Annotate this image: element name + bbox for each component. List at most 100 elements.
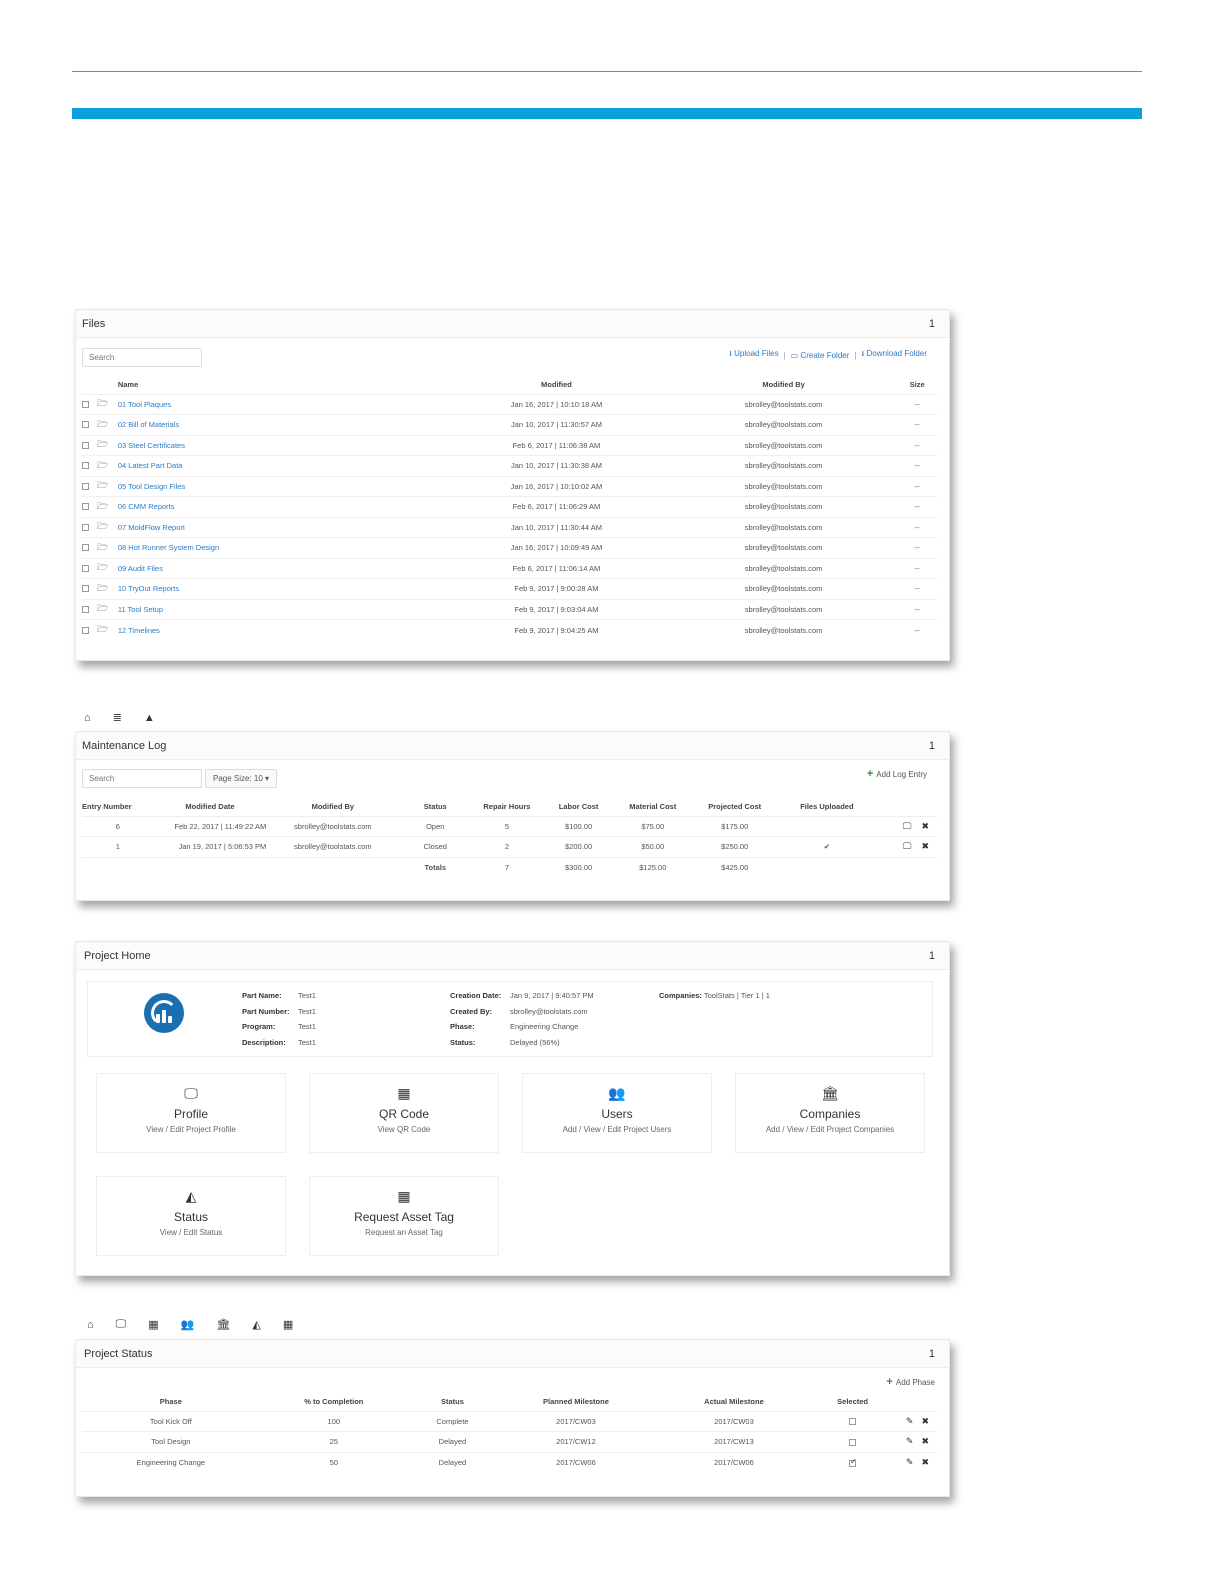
file-modified: Feb 9, 2017 | 9:03:04 AM <box>443 598 670 620</box>
row-checkbox[interactable] <box>82 462 89 470</box>
file-row[interactable]: 🗁 04 Latest Part Data Jan 10, 2017 | 11:30… <box>82 455 937 476</box>
files-title: Files <box>82 317 106 330</box>
file-row[interactable]: 🗁 01 Tool Plaques Jan 16, 2017 | 10:10:18 … <box>82 393 937 415</box>
delete-icon[interactable]: ✖ <box>921 821 929 831</box>
info-field: Part Number: Test1 <box>242 1004 316 1020</box>
phase-row[interactable]: Tool Kick Off 100 Complete 2017/CW03 2017/CW… <box>82 1410 937 1432</box>
file-modified-by: sbrolley@toolstats.com <box>669 516 898 538</box>
file-row[interactable]: 🗁 03 Steel Certificates Feb 6, 2017 | 11:0… <box>82 434 937 456</box>
phase-row[interactable]: Tool Design 25 Delayed 2017/CW12 2017/CW13 ✎ ✖ <box>82 1431 937 1452</box>
folder-link[interactable]: 03 Steel Certificates <box>118 441 185 450</box>
folder-link[interactable]: 02 Bill of Materials <box>118 420 179 429</box>
header-rule <box>72 71 1142 72</box>
maintenance-search-input[interactable] <box>82 769 202 788</box>
files-actions: ⭳ Upload Files | ▭ Create Folder | ⭳ Dow… <box>729 348 927 362</box>
row-checkbox[interactable] <box>82 544 89 552</box>
status-col-header: % to Completion <box>304 1397 364 1407</box>
folder-link[interactable]: 05 Tool Design Files <box>118 482 185 491</box>
grid-icon[interactable]: ▦ <box>283 1318 293 1331</box>
file-name-cell: 09 Audit Files <box>117 557 444 579</box>
folder-link[interactable]: 12 Timelines <box>118 626 160 635</box>
file-row[interactable]: 🗁 11 Tool Setup Feb 9, 2017 | 9:03:04 AM sb… <box>82 598 937 620</box>
folder-link[interactable]: 01 Tool Plaques <box>118 400 171 409</box>
col-modified-by: Modified By <box>762 380 805 390</box>
file-row[interactable]: 🗁 09 Audit Files Feb 6, 2017 | 11:06:14 AM… <box>82 557 937 579</box>
file-row[interactable]: 🗁 12 Timelines Feb 9, 2017 | 9:04:25 AM sbr… <box>82 619 937 640</box>
file-row[interactable]: 🗁 07 MoldFlow Report Jan 10, 2017 | 11:30:… <box>82 516 937 538</box>
log-row[interactable]: 6 Feb 22, 2017 | 11:49:22 AM sbrolley@tool… <box>82 815 937 837</box>
folder-link[interactable]: 06 CMM Reports <box>118 502 175 511</box>
row-checkbox[interactable] <box>82 482 89 490</box>
tile-description: Add / View / Edit Project Users <box>562 1125 672 1134</box>
project-status-panel: Project Status 1 + Add Phase Phase % to C… <box>75 1339 950 1497</box>
qr-code-icon[interactable]: ▦ <box>148 1318 158 1331</box>
create-folder-link[interactable]: ▭ Create Folder <box>791 351 850 360</box>
info-field-value: Engineering Change <box>510 1022 579 1031</box>
folder-link[interactable]: 09 Audit Files <box>118 564 163 573</box>
companies-value: ToolStats | Tier 1 | 1 <box>703 991 770 1000</box>
tile-grid[interactable]: ▦ Request Asset Tag Request an Asset Tag <box>309 1176 499 1256</box>
row-checkbox[interactable] <box>82 523 89 531</box>
file-row[interactable]: 🗁 08 Hot Runner System Design Jan 16, 2017… <box>82 537 937 558</box>
folder-open-icon: 🗁 <box>97 521 109 532</box>
selected-checkbox[interactable] <box>849 1438 857 1446</box>
delete-icon[interactable]: ✖ <box>921 1457 929 1467</box>
folder-link[interactable]: 08 Hot Runner System Design <box>118 543 219 552</box>
log-hours: 5 <box>471 815 543 837</box>
row-checkbox[interactable] <box>82 626 89 634</box>
add-log-entry-button[interactable]: + Add Log Entry <box>867 768 927 780</box>
files-search-input[interactable] <box>82 348 202 367</box>
info-field: Status: Delayed (56%) <box>450 1035 594 1051</box>
bank-icon[interactable]: 🏛 <box>216 1318 230 1331</box>
edit-pencil-icon[interactable]: ✎ <box>906 1457 914 1467</box>
selected-checkbox[interactable] <box>849 1457 857 1467</box>
list-icon[interactable]: ≣ <box>113 711 122 724</box>
monitor-icon[interactable]: 🖵 <box>903 841 912 851</box>
edit-pencil-icon[interactable]: ✎ <box>906 1416 914 1426</box>
row-checkbox[interactable] <box>82 421 89 429</box>
row-checkbox[interactable] <box>82 564 89 572</box>
monitor-icon[interactable]: 🖵 <box>116 1318 127 1331</box>
folder-link[interactable]: 07 MoldFlow Report <box>118 523 185 532</box>
plus-icon: + <box>866 768 874 780</box>
selected-checkbox[interactable] <box>849 1418 857 1426</box>
folder-link[interactable]: 04 Latest Part Data <box>118 461 183 470</box>
upload-files-link[interactable]: ⭳ Upload Files <box>729 348 779 362</box>
separator: | <box>783 350 786 360</box>
tile-area-chart[interactable]: ◭ Status View / Edit Status <box>96 1176 286 1256</box>
monitor-icon[interactable]: 🖵 <box>903 821 912 831</box>
warning-icon[interactable]: ▲ <box>144 712 155 724</box>
file-row[interactable]: 🗁 05 Tool Design Files Jan 16, 2017 | 10:1… <box>82 475 937 497</box>
row-checkbox[interactable] <box>82 400 89 408</box>
folder-link[interactable]: 11 Tool Setup <box>118 605 163 614</box>
delete-icon[interactable]: ✖ <box>921 1436 929 1446</box>
users-icon[interactable]: 👥 <box>181 1318 195 1331</box>
page-size-dropdown[interactable]: Page Size: 10 ▾ <box>205 769 278 788</box>
area-chart-icon[interactable]: ◭ <box>252 1318 260 1331</box>
file-size: -- <box>897 537 937 558</box>
home-icon[interactable]: ⌂ <box>87 1319 94 1331</box>
file-name-cell: 11 Tool Setup <box>117 598 444 620</box>
row-checkbox[interactable] <box>82 503 89 511</box>
delete-icon[interactable]: ✖ <box>921 1416 929 1426</box>
tile-bank[interactable]: 🏛 Companies Add / View / Edit Project Comp… <box>735 1073 925 1153</box>
file-row[interactable]: 🗁 06 CMM Reports Feb 6, 2017 | 11:06:29 AM… <box>82 496 937 517</box>
home-icon[interactable]: ⌂ <box>84 712 91 724</box>
tile-qr-code[interactable]: ▦ QR Code View QR Code <box>309 1073 499 1153</box>
row-checkbox[interactable] <box>82 585 89 593</box>
download-folder-link[interactable]: ⭳ Download Folder <box>861 348 927 362</box>
add-phase-button[interactable]: + Add Phase <box>886 1376 935 1388</box>
delete-icon[interactable]: ✖ <box>921 841 929 851</box>
log-projected: $250.00 <box>691 836 779 857</box>
log-row[interactable]: 1 Jan 19, 2017 | 5:06:53 PM sbrolley@tools… <box>82 836 937 857</box>
row-checkbox[interactable] <box>82 605 89 613</box>
row-checkbox[interactable] <box>82 441 89 449</box>
folder-link[interactable]: 10 TryOut Reports <box>118 584 179 593</box>
phase-row[interactable]: Engineering Change 50 Delayed 2017/CW06 2017… <box>82 1451 937 1473</box>
edit-pencil-icon[interactable]: ✎ <box>906 1436 914 1446</box>
file-row[interactable]: 🗁 10 TryOut Reports Feb 9, 2017 | 9:00:28 … <box>82 578 937 599</box>
tile-monitor[interactable]: 🖵 Profile View / Edit Project Profile <box>96 1073 286 1153</box>
file-row[interactable]: 🗁 02 Bill of Materials Jan 10, 2017 | 11:3… <box>82 414 937 435</box>
tile-users[interactable]: 👥 Users Add / View / Edit Project Users <box>522 1073 712 1153</box>
info-field-value: Delayed (56%) <box>510 1037 560 1047</box>
